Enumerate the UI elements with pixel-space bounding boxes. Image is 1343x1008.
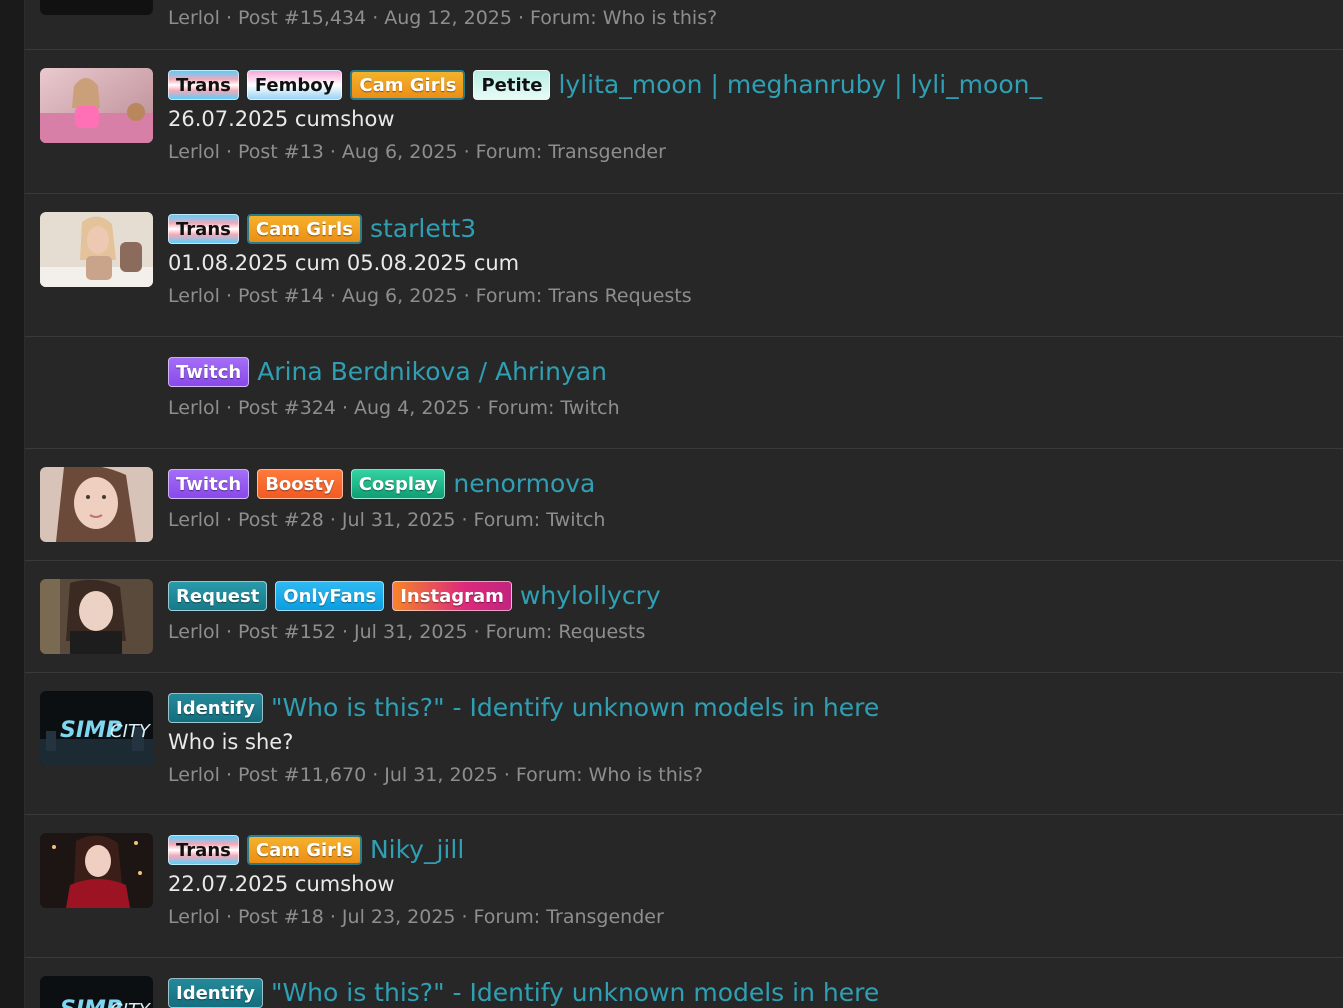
post-date: Jul 31, 2025 [384,764,498,786]
tag-petite[interactable]: Petite [473,70,551,100]
thread-title-link[interactable]: "Who is this?" - Identify unknown models… [271,693,879,723]
tag-cam-girls[interactable]: Cam Girls [246,835,362,865]
post-link[interactable]: Post #14 [238,285,324,307]
author-link[interactable]: Lerlol [168,7,220,29]
forum-link[interactable]: Forum: Who is this? [516,764,703,786]
site-logo-thumbnail: SIMP CITY [40,976,153,1008]
post-date: Aug 4, 2025 [354,397,470,419]
tag-boosty[interactable]: Boosty [257,469,343,499]
result-row: SIMP CITY Identify "Who is this?" - Iden… [25,958,1343,1008]
result-row: Trans Cam Girls Niky_jill 22.07.2025 cum… [25,815,1343,958]
forum-link[interactable]: Forum: Transgender [474,906,664,928]
forum-link[interactable]: Forum: Twitch [474,509,606,531]
result-meta: Lerlol · Post #14 · Aug 6, 2025 · Forum: Trans… [168,285,692,307]
forum-link[interactable]: Forum: Who is this? [530,7,717,29]
result-thumbnail[interactable]: SIMP CITY [40,691,153,766]
thread-title-link[interactable]: whylollycry [520,581,661,611]
result-thumbnail[interactable] [40,212,153,287]
author-link[interactable]: Lerlol [168,141,220,163]
svg-text:CITY: CITY [110,1000,152,1008]
author-link[interactable]: Lerlol [168,906,220,928]
tag-cosplay[interactable]: Cosplay [350,469,446,499]
post-date: Jul 23, 2025 [341,906,456,928]
result-snippet: 01.08.2025 cum 05.08.2025 cum [168,251,520,275]
forum-link[interactable]: Forum: Twitch [488,397,620,419]
thread-title-link[interactable]: nenormova [453,469,595,499]
result-thumbnail[interactable] [40,579,153,654]
result-meta: Lerlol · Post #11,670 · Jul 31, 2025 · Forum: … [168,764,704,786]
post-link[interactable]: Post #18 [238,906,324,928]
result-snippet: 22.07.2025 cumshow [168,872,395,896]
result-snippet: Who is she? [168,730,294,754]
result-meta: Lerlol · Post #18 · Jul 23, 2025 · Forum: Tran… [168,906,664,928]
tag-twitch[interactable]: Twitch [168,469,250,499]
result-row: Trans Cam Girls starlett3 01.08.2025 cum… [25,194,1343,337]
tag-instagram[interactable]: Instagram [392,581,512,611]
result-meta: Lerlol · Post #28 · Jul 31, 2025 · Forum: Twit… [168,509,606,531]
avatar-photo [40,579,153,654]
tag-cam-girls[interactable]: Cam Girls [350,70,466,100]
result-thumbnail[interactable]: SIMP CITY [40,976,153,1008]
result-row: Trans Femboy Cam Girls Petite lylita_moo… [25,50,1343,194]
site-logo-thumbnail: SIMP CITY [40,691,153,766]
result-row: SIMP CITY Identify "Who is this?" - Iden… [25,673,1343,815]
author-link[interactable]: Lerlol [168,764,220,786]
tag-onlyfans[interactable]: OnlyFans [275,581,385,611]
post-link[interactable]: Post #152 [238,621,336,643]
post-date: Jul 31, 2025 [354,621,468,643]
author-link[interactable]: Lerlol [168,397,220,419]
thread-title-link[interactable]: starlett3 [370,214,476,244]
post-link[interactable]: Post #15,434 [238,7,366,29]
left-sidebar-edge [0,0,25,1008]
thread-title-link[interactable]: Arina Berdnikova / Ahrinyan [257,357,607,387]
thread-title-link[interactable]: Niky_jill [370,835,464,865]
forum-link[interactable]: Forum: Requests [486,621,646,643]
avatar-photo [40,68,153,143]
result-meta: Lerlol · Post #324 · Aug 4, 2025 · Forum: Twit… [168,397,620,419]
result-thumbnail[interactable] [40,0,153,15]
result-meta: Lerlol · Post #152 · Jul 31, 2025 · Forum: Req… [168,621,646,643]
tag-identify[interactable]: Identify [168,693,263,723]
result-row: Twitch Boosty Cosplay nenormova Lerlol · P… [25,449,1343,561]
author-link[interactable]: Lerlol [168,285,220,307]
search-results-list: Lerlol · Post #15,434 · Aug 12, 2025 · Forum: … [25,0,1343,1008]
avatar-photo [40,467,153,542]
result-thumbnail[interactable] [40,68,153,143]
svg-text:CITY: CITY [110,721,152,742]
post-date: Aug 6, 2025 [341,285,458,307]
result-thumbnail[interactable] [40,467,153,542]
result-meta: Lerlol · Post #15,434 · Aug 12, 2025 · Forum: … [168,7,718,29]
tag-femboy[interactable]: Femboy [246,70,343,100]
result-thumbnail[interactable] [40,833,153,908]
post-date: Aug 12, 2025 [384,7,512,29]
avatar-photo [40,833,153,908]
tag-request[interactable]: Request [168,581,268,611]
tag-cam-girls[interactable]: Cam Girls [246,214,362,244]
tag-twitch[interactable]: Twitch [168,357,250,387]
forum-link[interactable]: Forum: Trans Requests [476,285,692,307]
thread-title-link[interactable]: "Who is this?" - Identify unknown models… [271,978,879,1008]
search-results-page: Lerlol · Post #15,434 · Aug 12, 2025 · Forum: … [0,0,1343,1008]
result-row: Lerlol · Post #15,434 · Aug 12, 2025 · Forum: … [25,0,1343,50]
result-row: Twitch Arina Berdnikova / Ahrinyan Lerlo… [25,337,1343,449]
post-link[interactable]: Post #28 [238,509,324,531]
author-link[interactable]: Lerlol [168,621,220,643]
avatar-photo [40,212,153,287]
tag-trans[interactable]: Trans [168,835,239,865]
post-date: Aug 6, 2025 [341,141,458,163]
post-link[interactable]: Post #324 [238,397,336,419]
tag-trans[interactable]: Trans [168,214,239,244]
tag-identify[interactable]: Identify [168,978,263,1008]
result-snippet: 26.07.2025 cumshow [168,107,395,131]
tag-trans[interactable]: Trans [168,70,239,100]
post-date: Jul 31, 2025 [341,509,456,531]
thread-title-link[interactable]: lylita_moon | meghanruby | lyli_moon_ [558,70,1042,100]
result-meta: Lerlol · Post #13 · Aug 6, 2025 · Forum: Trans… [168,141,666,163]
post-link[interactable]: Post #13 [238,141,324,163]
result-row: Request OnlyFans Instagram whylollycry L… [25,561,1343,673]
forum-link[interactable]: Forum: Transgender [476,141,666,163]
post-link[interactable]: Post #11,670 [238,764,366,786]
author-link[interactable]: Lerlol [168,509,220,531]
